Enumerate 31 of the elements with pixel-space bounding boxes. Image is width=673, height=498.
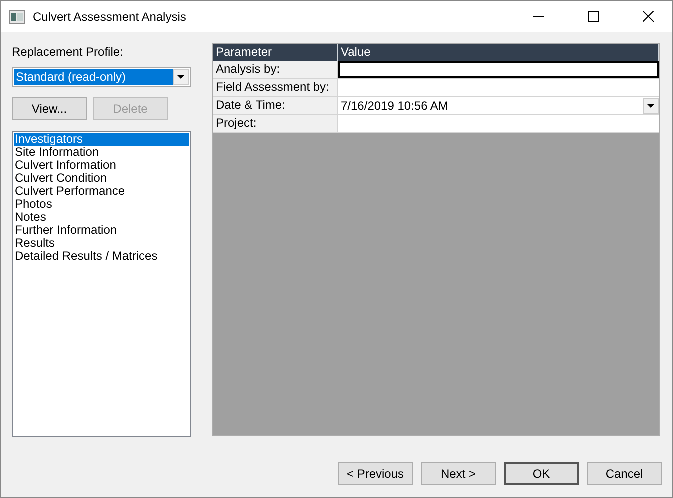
profile-button[interactable]: View...: [12, 97, 87, 120]
window-title: Culvert Assessment Analysis: [33, 8, 188, 26]
section-item[interactable]: Notes: [14, 211, 189, 224]
window-icon: [9, 10, 25, 24]
parameter-cell: Field Assessment by:: [213, 79, 338, 96]
close-icon[interactable]: [643, 11, 654, 22]
value-field[interactable]: [338, 61, 659, 78]
parameter-cell: Analysis by:: [213, 61, 338, 78]
section-item[interactable]: Photos: [14, 198, 189, 211]
parameter-cell: Project:: [213, 115, 338, 132]
profile-label: Replacement Profile:: [12, 44, 124, 61]
section-item[interactable]: Culvert Condition: [14, 172, 189, 185]
value-field[interactable]: [338, 115, 659, 132]
section-item[interactable]: Culvert Information: [14, 159, 189, 172]
value-dropdown[interactable]: 7/16/2019 10:56 AM: [338, 97, 659, 114]
maximize-icon[interactable]: [588, 11, 599, 22]
section-item[interactable]: Culvert Performance: [14, 185, 189, 198]
footer-button[interactable]: Next >: [421, 462, 496, 485]
footer-button[interactable]: < Previous: [338, 462, 413, 485]
profile-dropdown[interactable]: Standard (read-only): [12, 67, 191, 87]
footer-button[interactable]: OK: [504, 462, 579, 485]
section-item[interactable]: Site Information: [14, 146, 189, 159]
section-item[interactable]: Detailed Results / Matrices: [14, 250, 189, 263]
section-item[interactable]: Further Information: [14, 224, 189, 237]
section-item[interactable]: Results: [14, 237, 189, 250]
caret-icon: [647, 104, 655, 108]
value-field[interactable]: [338, 79, 659, 96]
parameter-cell: Date & Time:: [213, 97, 338, 114]
dropdown-caret-icon: [177, 75, 185, 79]
footer-button[interactable]: Cancel: [587, 462, 662, 485]
section-item[interactable]: Investigators: [14, 133, 189, 146]
